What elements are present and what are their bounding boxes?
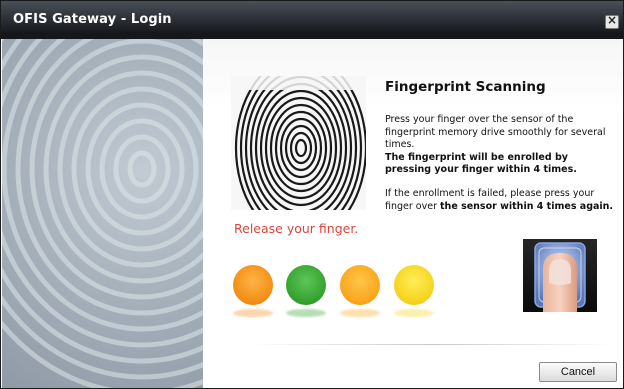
close-icon: × <box>606 13 618 27</box>
indicator-reflection-4 <box>394 309 434 317</box>
footer-divider <box>247 344 617 345</box>
fingerprint-image <box>231 76 366 210</box>
finger-on-sensor-icon <box>534 242 586 312</box>
scan-heading: Fingerprint Scanning <box>385 79 546 95</box>
fingerprint-pattern-icon <box>2 39 203 388</box>
close-button[interactable]: × <box>605 13 619 29</box>
cancel-button[interactable]: Cancel <box>539 362 617 382</box>
scan-instructions: Press your finger over the sensor of the… <box>385 114 615 213</box>
progress-indicator-1 <box>233 265 273 305</box>
window-title: OFIS Gateway - Login <box>13 12 172 27</box>
progress-indicator-2 <box>286 265 326 305</box>
indicator-reflection-3 <box>340 309 380 317</box>
indicator-reflection-1 <box>233 309 273 317</box>
login-window: OFIS Gateway - Login × Release your fing… <box>0 0 624 389</box>
progress-indicator-3 <box>340 265 380 305</box>
fingerprint-icon <box>231 76 366 210</box>
instruction-line-2: The fingerprint will be enrolled by pres… <box>385 151 577 176</box>
title-bar: OFIS Gateway - Login × <box>1 1 623 39</box>
instruction-line-3-bold: the sensor within 4 times again. <box>440 200 614 212</box>
indicator-reflection-2 <box>286 309 326 317</box>
fingerprint-side-panel <box>2 39 203 388</box>
instruction-line-1: Press your finger over the sensor of the… <box>385 114 606 151</box>
progress-indicator-4 <box>394 265 434 305</box>
finger-sensor-image <box>523 239 597 312</box>
scan-content: Release your finger. Fingerprint Scannin… <box>203 39 623 388</box>
status-message: Release your finger. <box>234 221 359 236</box>
instruction-line-3: If the enrollment is failed, please pres… <box>385 188 615 213</box>
